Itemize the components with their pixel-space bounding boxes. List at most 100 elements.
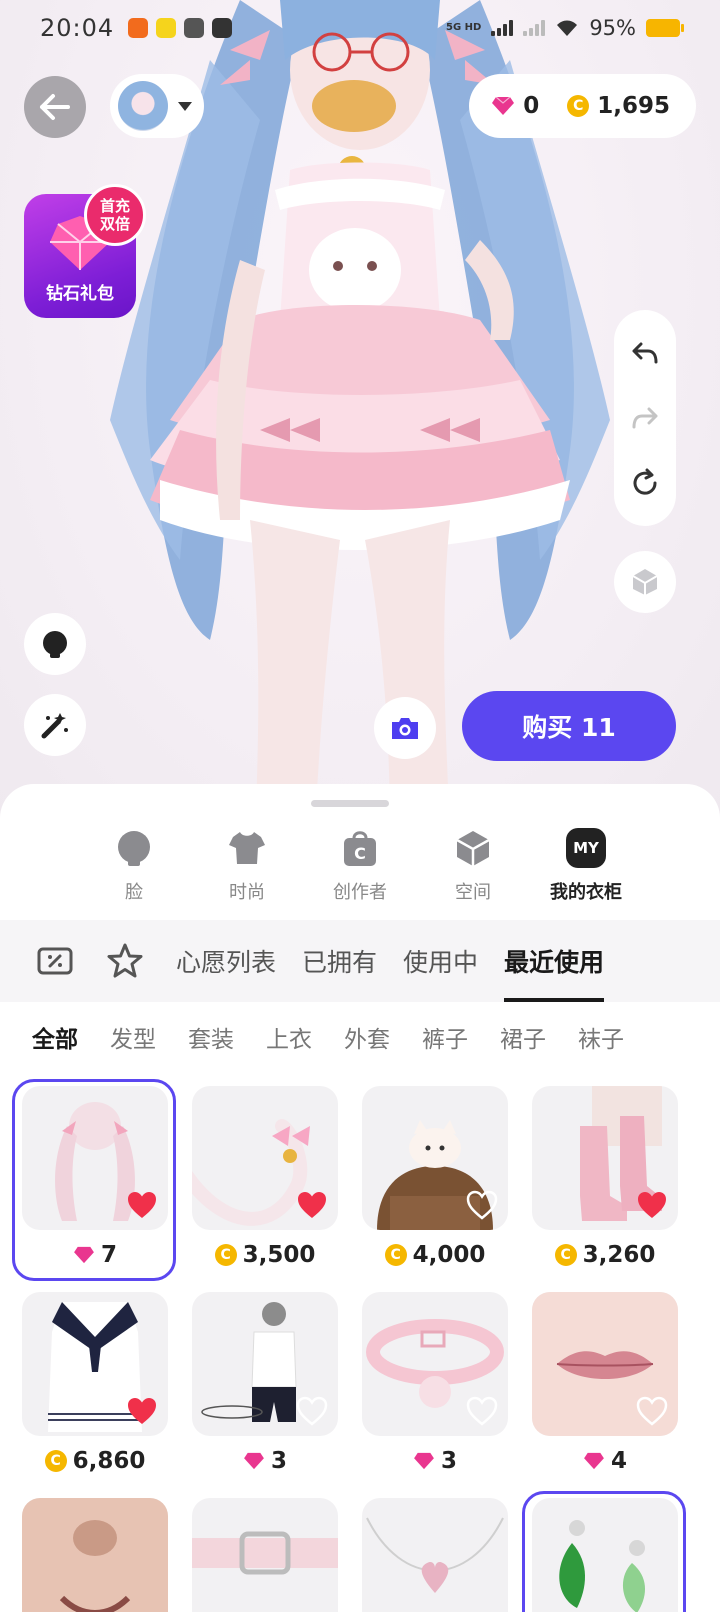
subtab-hair[interactable]: 发型 [110, 1020, 156, 1060]
reset-icon[interactable] [630, 468, 660, 498]
creator-bag-icon: C [344, 831, 376, 866]
subtab-skirt[interactable]: 裙子 [500, 1020, 546, 1060]
favorite-heart-outline-icon[interactable] [466, 1190, 498, 1220]
item-price: C 3,260 [529, 1242, 681, 1268]
item-price-value: 7 [100, 1242, 117, 1268]
wardrobe-item[interactable]: C 3,500 [189, 1086, 341, 1268]
wardrobe-item[interactable]: 7 [12, 1079, 176, 1281]
subtab-all[interactable]: 全部 [32, 1020, 78, 1060]
diamond-icon [74, 1246, 94, 1264]
status-time: 20:04 [40, 14, 115, 42]
wardrobe-item[interactable] [359, 1498, 511, 1612]
redo-icon[interactable] [630, 403, 660, 433]
face-edit-button[interactable] [24, 613, 86, 675]
diamond-icon [584, 1452, 604, 1470]
item-thumbnail[interactable] [22, 1292, 168, 1436]
item-price: 3 [359, 1448, 511, 1474]
category-fashion[interactable]: 时尚 [191, 828, 304, 920]
undo-icon[interactable] [630, 338, 660, 368]
subtab-pants[interactable]: 裤子 [422, 1020, 468, 1060]
tab-owned[interactable]: 已拥有 [302, 920, 377, 1002]
item-image [366, 1517, 504, 1593]
wardrobe-item[interactable]: 3 [189, 1292, 341, 1474]
category-label: 时尚 [229, 882, 265, 903]
favorite-heart-icon[interactable] [126, 1396, 158, 1426]
item-thumbnail[interactable] [362, 1292, 508, 1436]
magic-wand-button[interactable] [24, 694, 86, 756]
item-thumbnail[interactable] [362, 1086, 508, 1230]
item-thumbnail[interactable] [192, 1292, 338, 1436]
head-icon [43, 631, 67, 658]
item-thumbnail[interactable] [192, 1498, 338, 1612]
favorite-heart-icon[interactable] [126, 1190, 158, 1220]
wardrobe-item[interactable] [189, 1498, 341, 1612]
tab-recently-used[interactable]: 最近使用 [504, 920, 605, 1002]
wardrobe-item[interactable] [19, 1498, 171, 1612]
subtab-jacket[interactable]: 外套 [344, 1020, 390, 1060]
wardrobe-item[interactable]: C 4,000 [359, 1086, 511, 1268]
filter-tabs: 心愿列表 已拥有 使用中 最近使用 [0, 920, 720, 1002]
favorite-heart-icon[interactable] [636, 1190, 668, 1220]
diamond-icon [414, 1452, 434, 1470]
wardrobe-item[interactable] [522, 1491, 686, 1612]
3d-view-button[interactable] [614, 551, 676, 613]
subtab-set[interactable]: 套装 [188, 1020, 234, 1060]
subtab-top[interactable]: 上衣 [266, 1020, 312, 1060]
avatar-switcher[interactable] [110, 74, 204, 138]
my-wardrobe-icon: MY [566, 828, 606, 868]
svg-text:C: C [354, 844, 366, 863]
category-space[interactable]: 空间 [417, 828, 530, 920]
back-button[interactable] [24, 76, 86, 138]
battery-icon [646, 19, 684, 37]
favorite-heart-icon[interactable] [296, 1190, 328, 1220]
subtab-socks[interactable]: 袜子 [578, 1020, 624, 1060]
star-icon[interactable] [106, 942, 144, 980]
item-thumbnail[interactable] [22, 1086, 168, 1230]
item-price: 4 [529, 1448, 681, 1474]
item-thumbnail[interactable] [532, 1498, 678, 1612]
coin-icon: C [567, 95, 590, 117]
item-thumbnail[interactable] [192, 1086, 338, 1230]
wifi-icon [557, 20, 578, 36]
favorite-heart-outline-icon[interactable] [466, 1396, 498, 1426]
first-charge-badge: 首充 双倍 [84, 184, 146, 246]
vivo-icon [184, 18, 205, 38]
item-image [559, 1520, 645, 1612]
item-price: 7 [19, 1242, 171, 1268]
item-price-value: 3,260 [582, 1242, 656, 1268]
item-thumbnail[interactable] [532, 1086, 678, 1230]
category-label: 空间 [455, 882, 491, 903]
favorite-heart-outline-icon[interactable] [636, 1396, 668, 1426]
category-creator[interactable]: C 创作者 [304, 828, 417, 920]
category-face[interactable]: 脸 [78, 828, 191, 920]
wardrobe-item[interactable]: C 6,860 [19, 1292, 171, 1474]
magic-wand-icon [41, 713, 68, 739]
favorite-heart-outline-icon[interactable] [296, 1396, 328, 1426]
item-thumbnail[interactable] [22, 1498, 168, 1612]
wardrobe-item[interactable]: 4 [529, 1292, 681, 1474]
tab-in-use[interactable]: 使用中 [403, 920, 478, 1002]
diamond-icon [244, 1452, 264, 1470]
item-thumbnail[interactable] [532, 1292, 678, 1436]
coin-icon: C [384, 1244, 407, 1266]
diamond-gift-pack[interactable]: 钻石礼包 首充 双倍 [24, 184, 146, 318]
item-thumbnail[interactable] [362, 1498, 508, 1612]
item-price: C 6,860 [19, 1448, 171, 1474]
wardrobe-item[interactable]: C 3,260 [529, 1086, 681, 1268]
coin-balance: 1,695 [597, 93, 670, 119]
category-my-wardrobe[interactable]: MY 我的衣柜 [530, 828, 643, 920]
buy-button[interactable]: 购买 11 [462, 691, 676, 761]
camera-button[interactable] [374, 697, 436, 759]
item-price-value: 6,860 [72, 1448, 146, 1474]
subcategory-tabs: 全部 发型 套装 上衣 外套 裤子 裙子 袜子 [32, 1020, 720, 1060]
app-notification-icon [128, 18, 149, 38]
sheet-drag-handle[interactable] [311, 800, 389, 807]
cube-icon [632, 569, 658, 595]
tab-wishlist[interactable]: 心愿列表 [176, 920, 276, 1002]
arrow-left-icon [40, 94, 70, 120]
wardrobe-item[interactable]: 3 [359, 1292, 511, 1474]
coupon-icon[interactable] [36, 942, 74, 980]
currency-balance[interactable]: 0 C 1,695 [469, 74, 696, 138]
item-price: C 4,000 [359, 1242, 511, 1268]
coin-icon: C [554, 1244, 577, 1266]
